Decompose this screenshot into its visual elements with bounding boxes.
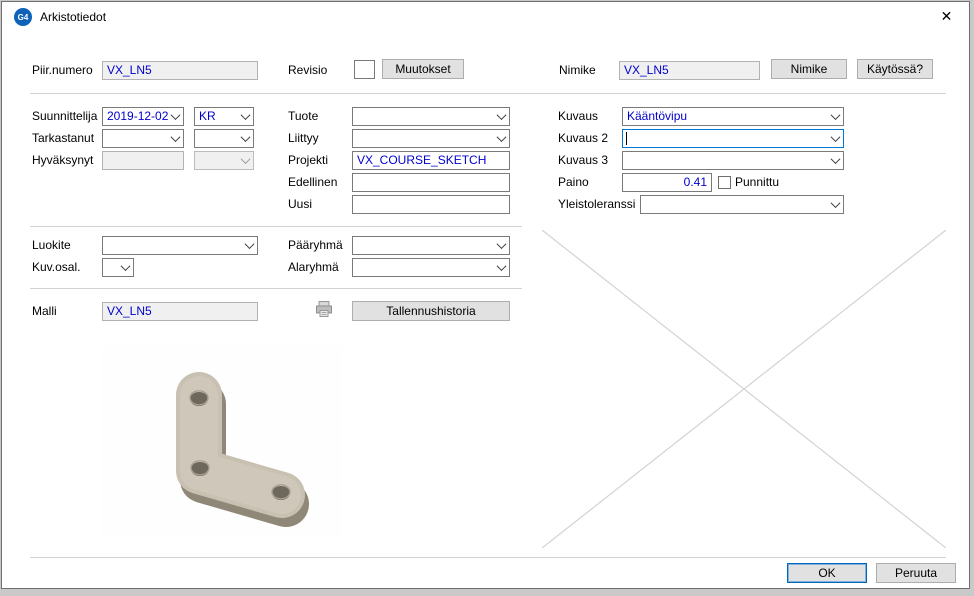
- chevron-down-icon: [494, 237, 509, 254]
- chevron-down-icon: [238, 130, 253, 147]
- titlebar: G4 Arkistotiedot ✕: [2, 2, 969, 32]
- piir-numero-label: Piir.numero: [32, 61, 93, 80]
- chevron-down-icon: [494, 108, 509, 125]
- tuote-label: Tuote: [288, 107, 318, 126]
- punnittu-checkbox[interactable]: [718, 176, 731, 189]
- 3d-part-drawing: [102, 345, 342, 537]
- paino-field[interactable]: 0.41: [622, 173, 712, 192]
- alaryhma-combo[interactable]: [352, 258, 510, 277]
- yleistoleranssi-label: Yleistoleranssi: [558, 195, 635, 214]
- projekti-label: Projekti: [288, 151, 328, 170]
- window-title: Arkistotiedot: [40, 10, 106, 24]
- chevron-down-icon: [494, 130, 509, 147]
- hyvaksynyt-initials-combo: [194, 151, 254, 170]
- chevron-down-icon: [238, 108, 253, 125]
- nimike-button[interactable]: Nimike: [771, 59, 847, 79]
- kuvaus-label: Kuvaus: [558, 107, 598, 126]
- nimike-label: Nimike: [559, 61, 596, 80]
- separator: [30, 288, 522, 289]
- g4-app-icon: G4: [14, 8, 32, 26]
- kuvaus3-label: Kuvaus 3: [558, 151, 608, 170]
- kuvaus3-combo[interactable]: [622, 151, 844, 170]
- paaryhma-label: Pääryhmä: [288, 236, 343, 255]
- peruuta-button[interactable]: Peruuta: [876, 563, 956, 583]
- suunnittelija-initials-combo[interactable]: KR: [194, 107, 254, 126]
- separator: [30, 93, 946, 94]
- yleistoleranssi-combo[interactable]: [640, 195, 844, 214]
- kuv-osal-combo[interactable]: [102, 258, 134, 277]
- alaryhma-label: Alaryhmä: [288, 258, 339, 277]
- suunnittelija-label: Suunnittelija: [32, 107, 97, 126]
- chevron-down-icon: [242, 237, 257, 254]
- revisio-field[interactable]: [354, 60, 375, 79]
- chevron-down-icon: [494, 259, 509, 276]
- chevron-down-icon: [118, 259, 133, 276]
- text-cursor: [626, 132, 627, 145]
- uusi-label: Uusi: [288, 195, 312, 214]
- suunnittelija-date-combo[interactable]: 2019-12-02: [102, 107, 184, 126]
- preview-placeholder-x: [542, 230, 946, 548]
- combo-value: KR: [195, 108, 238, 125]
- separator: [30, 557, 946, 558]
- tallennushistoria-button[interactable]: Tallennushistoria: [352, 301, 510, 321]
- tarkastanut-initials-combo[interactable]: [194, 129, 254, 148]
- chevron-down-icon: [828, 196, 843, 213]
- tarkastanut-label: Tarkastanut: [32, 129, 94, 148]
- hyvaksynyt-label: Hyväksynyt: [32, 151, 93, 170]
- projekti-field[interactable]: VX_COURSE_SKETCH: [352, 151, 510, 170]
- malli-label: Malli: [32, 302, 57, 321]
- chevron-down-icon: [828, 130, 843, 147]
- edellinen-label: Edellinen: [288, 173, 337, 192]
- uusi-field[interactable]: [352, 195, 510, 214]
- part-preview-image: [102, 345, 342, 537]
- chevron-down-icon: [168, 130, 183, 147]
- muutokset-button[interactable]: Muutokset: [382, 59, 464, 79]
- tuote-combo[interactable]: [352, 107, 510, 126]
- chevron-down-icon: [828, 108, 843, 125]
- luokite-label: Luokite: [32, 236, 71, 255]
- separator: [30, 226, 522, 227]
- edellinen-field[interactable]: [352, 173, 510, 192]
- kaytossa-button[interactable]: Käytössä?: [857, 59, 933, 79]
- arkistotiedot-dialog: G4 Arkistotiedot ✕ Piir.numero VX_LN5 Re…: [1, 1, 970, 589]
- paaryhma-combo[interactable]: [352, 236, 510, 255]
- kuv-osal-label: Kuv.osal.: [32, 258, 80, 277]
- kuvaus2-label: Kuvaus 2: [558, 129, 608, 148]
- piir-numero-field: VX_LN5: [102, 61, 258, 80]
- malli-field: VX_LN5: [102, 302, 258, 321]
- liittyy-label: Liittyy: [288, 129, 319, 148]
- paino-label: Paino: [558, 173, 589, 192]
- tarkastanut-date-combo[interactable]: [102, 129, 184, 148]
- printer-icon: [315, 300, 333, 318]
- close-icon[interactable]: ✕: [924, 2, 969, 31]
- nimike-field: VX_LN5: [619, 61, 760, 80]
- ok-button[interactable]: OK: [787, 563, 867, 583]
- punnittu-label: Punnittu: [735, 173, 779, 192]
- chevron-down-icon: [238, 152, 253, 169]
- chevron-down-icon: [828, 152, 843, 169]
- revisio-label: Revisio: [288, 61, 327, 80]
- kuvaus2-combo[interactable]: [622, 129, 844, 148]
- hyvaksynyt-date-field: [102, 151, 184, 170]
- kuvaus-combo[interactable]: Kääntövipu: [622, 107, 844, 126]
- liittyy-combo[interactable]: [352, 129, 510, 148]
- combo-value: Kääntövipu: [623, 108, 828, 125]
- luokite-combo[interactable]: [102, 236, 258, 255]
- chevron-down-icon: [168, 108, 183, 125]
- combo-value: 2019-12-02: [103, 108, 168, 125]
